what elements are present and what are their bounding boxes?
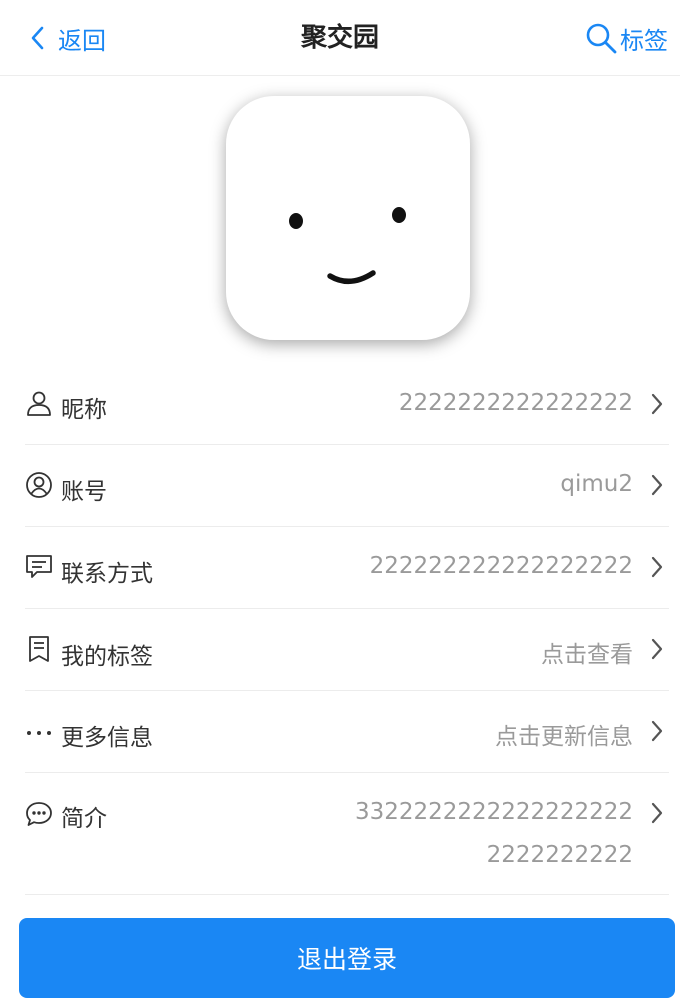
- account-row[interactable]: 账号 qimu2: [25, 445, 669, 527]
- nickname-label: 昵称: [61, 397, 107, 423]
- page-title: 聚交园: [300, 23, 379, 53]
- logout-button[interactable]: 退出登录: [19, 918, 675, 998]
- intro-label: 简介: [61, 806, 107, 832]
- intro-value-line1: 3322222222222222222: [354, 799, 633, 825]
- user-icon: [27, 391, 51, 416]
- contact-label: 联系方式: [61, 561, 153, 587]
- contact-row[interactable]: 联系方式 222222222222222222: [25, 527, 669, 609]
- chevron-right-icon: [651, 638, 663, 660]
- my-tags-label: 我的标签: [61, 644, 153, 670]
- my-tags-row[interactable]: 我的标签 点击查看: [25, 609, 669, 691]
- more-info-row[interactable]: 更多信息 点击更新信息: [25, 691, 669, 773]
- chevron-right-icon: [651, 474, 663, 496]
- chevron-right-icon: [651, 556, 663, 578]
- intro-value-line2: 2222222222: [486, 842, 633, 868]
- chevron-right-icon: [651, 720, 663, 742]
- bookmark-icon: [29, 636, 49, 662]
- more-info-value: 点击更新信息: [495, 724, 633, 750]
- tag-label: 标签: [620, 26, 668, 55]
- account-circle-icon: [26, 472, 52, 498]
- more-info-label: 更多信息: [61, 725, 153, 751]
- chat-bubble-icon: [26, 802, 52, 826]
- avatar[interactable]: [226, 96, 470, 340]
- tag-search-button[interactable]: 标签: [584, 18, 668, 58]
- message-icon: [26, 555, 52, 578]
- nickname-row[interactable]: 昵称 2222222222222222: [25, 363, 669, 445]
- more-dots-icon: [27, 731, 51, 735]
- my-tags-value: 点击查看: [541, 642, 633, 668]
- chevron-right-icon: [651, 393, 663, 415]
- intro-row[interactable]: 简介 3322222222222222222 2222222222: [25, 773, 669, 895]
- nickname-value: 2222222222222222: [398, 390, 633, 416]
- contact-value: 222222222222222222: [369, 553, 633, 579]
- account-value: qimu2: [560, 471, 633, 497]
- search-icon: [586, 23, 617, 54]
- account-label: 账号: [61, 479, 107, 505]
- smiley-face-icon: [289, 207, 406, 284]
- profile-info-list: 昵称 2222222222222222 账号 qimu2 联系方式 222222…: [25, 363, 669, 895]
- navbar: 返回 聚交园 标签: [0, 0, 680, 76]
- chevron-right-icon: [651, 802, 663, 824]
